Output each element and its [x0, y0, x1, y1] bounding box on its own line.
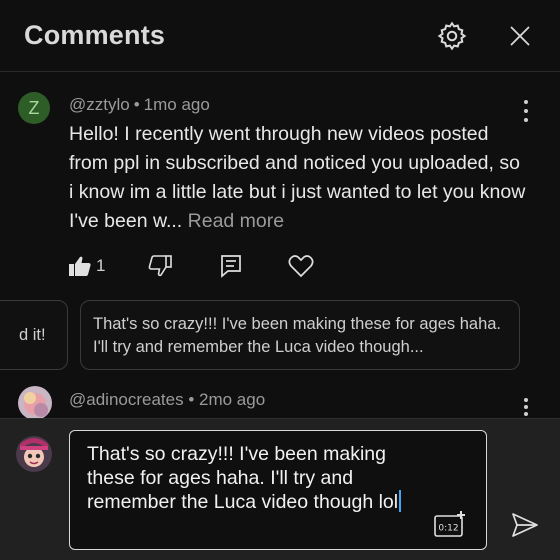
- comment-body: Hello! I recently went through new video…: [69, 123, 526, 232]
- comment-meta: @adinocreates • 2mo ago: [69, 390, 265, 410]
- thumbs-up-icon: [69, 256, 91, 276]
- separator-dot: •: [133, 95, 140, 114]
- separator-dot: •: [183, 390, 200, 409]
- thumbs-down-icon: [148, 255, 172, 277]
- comment-meta: @zztylo • 1mo ago: [69, 95, 210, 115]
- suggestion-chip-selected[interactable]: That's so crazy!!! I've been making thes…: [80, 300, 520, 370]
- suggestion-chip[interactable]: d it!: [0, 300, 68, 370]
- avatar[interactable]: [18, 386, 52, 420]
- reply-button[interactable]: [220, 254, 242, 278]
- read-more-link[interactable]: Read more: [188, 210, 284, 232]
- like-count: 1: [96, 256, 106, 275]
- add-timestamp-button[interactable]: 0:12: [434, 510, 468, 538]
- avatar[interactable]: [16, 436, 52, 472]
- kebab-dot-icon: [524, 109, 528, 113]
- page-title: Comments: [24, 20, 166, 50]
- comments-header: Comments: [0, 0, 560, 72]
- kebab-dot-icon: [524, 412, 528, 416]
- comment-input-text[interactable]: That's so crazy!!! I've been making thes…: [87, 442, 417, 514]
- gear-icon: [437, 21, 467, 51]
- comment-text: Hello! I recently went through new video…: [69, 120, 529, 236]
- dislike-button[interactable]: [148, 254, 172, 278]
- heart-button[interactable]: [288, 254, 314, 278]
- heart-icon: [288, 255, 314, 278]
- comment-draft: That's so crazy!!! I've been making thes…: [87, 443, 399, 513]
- comment-menu-button[interactable]: [516, 398, 536, 416]
- close-button[interactable]: [502, 18, 538, 54]
- like-button[interactable]: [68, 254, 92, 278]
- text-caret: [399, 490, 402, 512]
- comment-author[interactable]: @adinocreates: [69, 390, 184, 409]
- settings-button[interactable]: [434, 18, 470, 54]
- send-button[interactable]: [508, 508, 542, 542]
- comment-time: 2mo ago: [199, 390, 266, 409]
- comment-author[interactable]: @zztylo: [69, 95, 130, 114]
- avatar-image: [18, 386, 52, 420]
- avatar-image: [16, 436, 52, 472]
- kebab-dot-icon: [524, 405, 528, 409]
- kebab-dot-icon: [524, 100, 528, 104]
- comment-time: 1mo ago: [143, 95, 210, 114]
- comment-menu-button[interactable]: [516, 100, 536, 122]
- close-icon: [510, 26, 530, 46]
- timestamp-icon: 0:12: [434, 511, 465, 537]
- kebab-dot-icon: [524, 398, 528, 402]
- timestamp-label: 0:12: [438, 524, 458, 534]
- reply-icon: [221, 255, 241, 278]
- send-icon: [512, 513, 538, 537]
- avatar[interactable]: Z: [18, 92, 50, 124]
